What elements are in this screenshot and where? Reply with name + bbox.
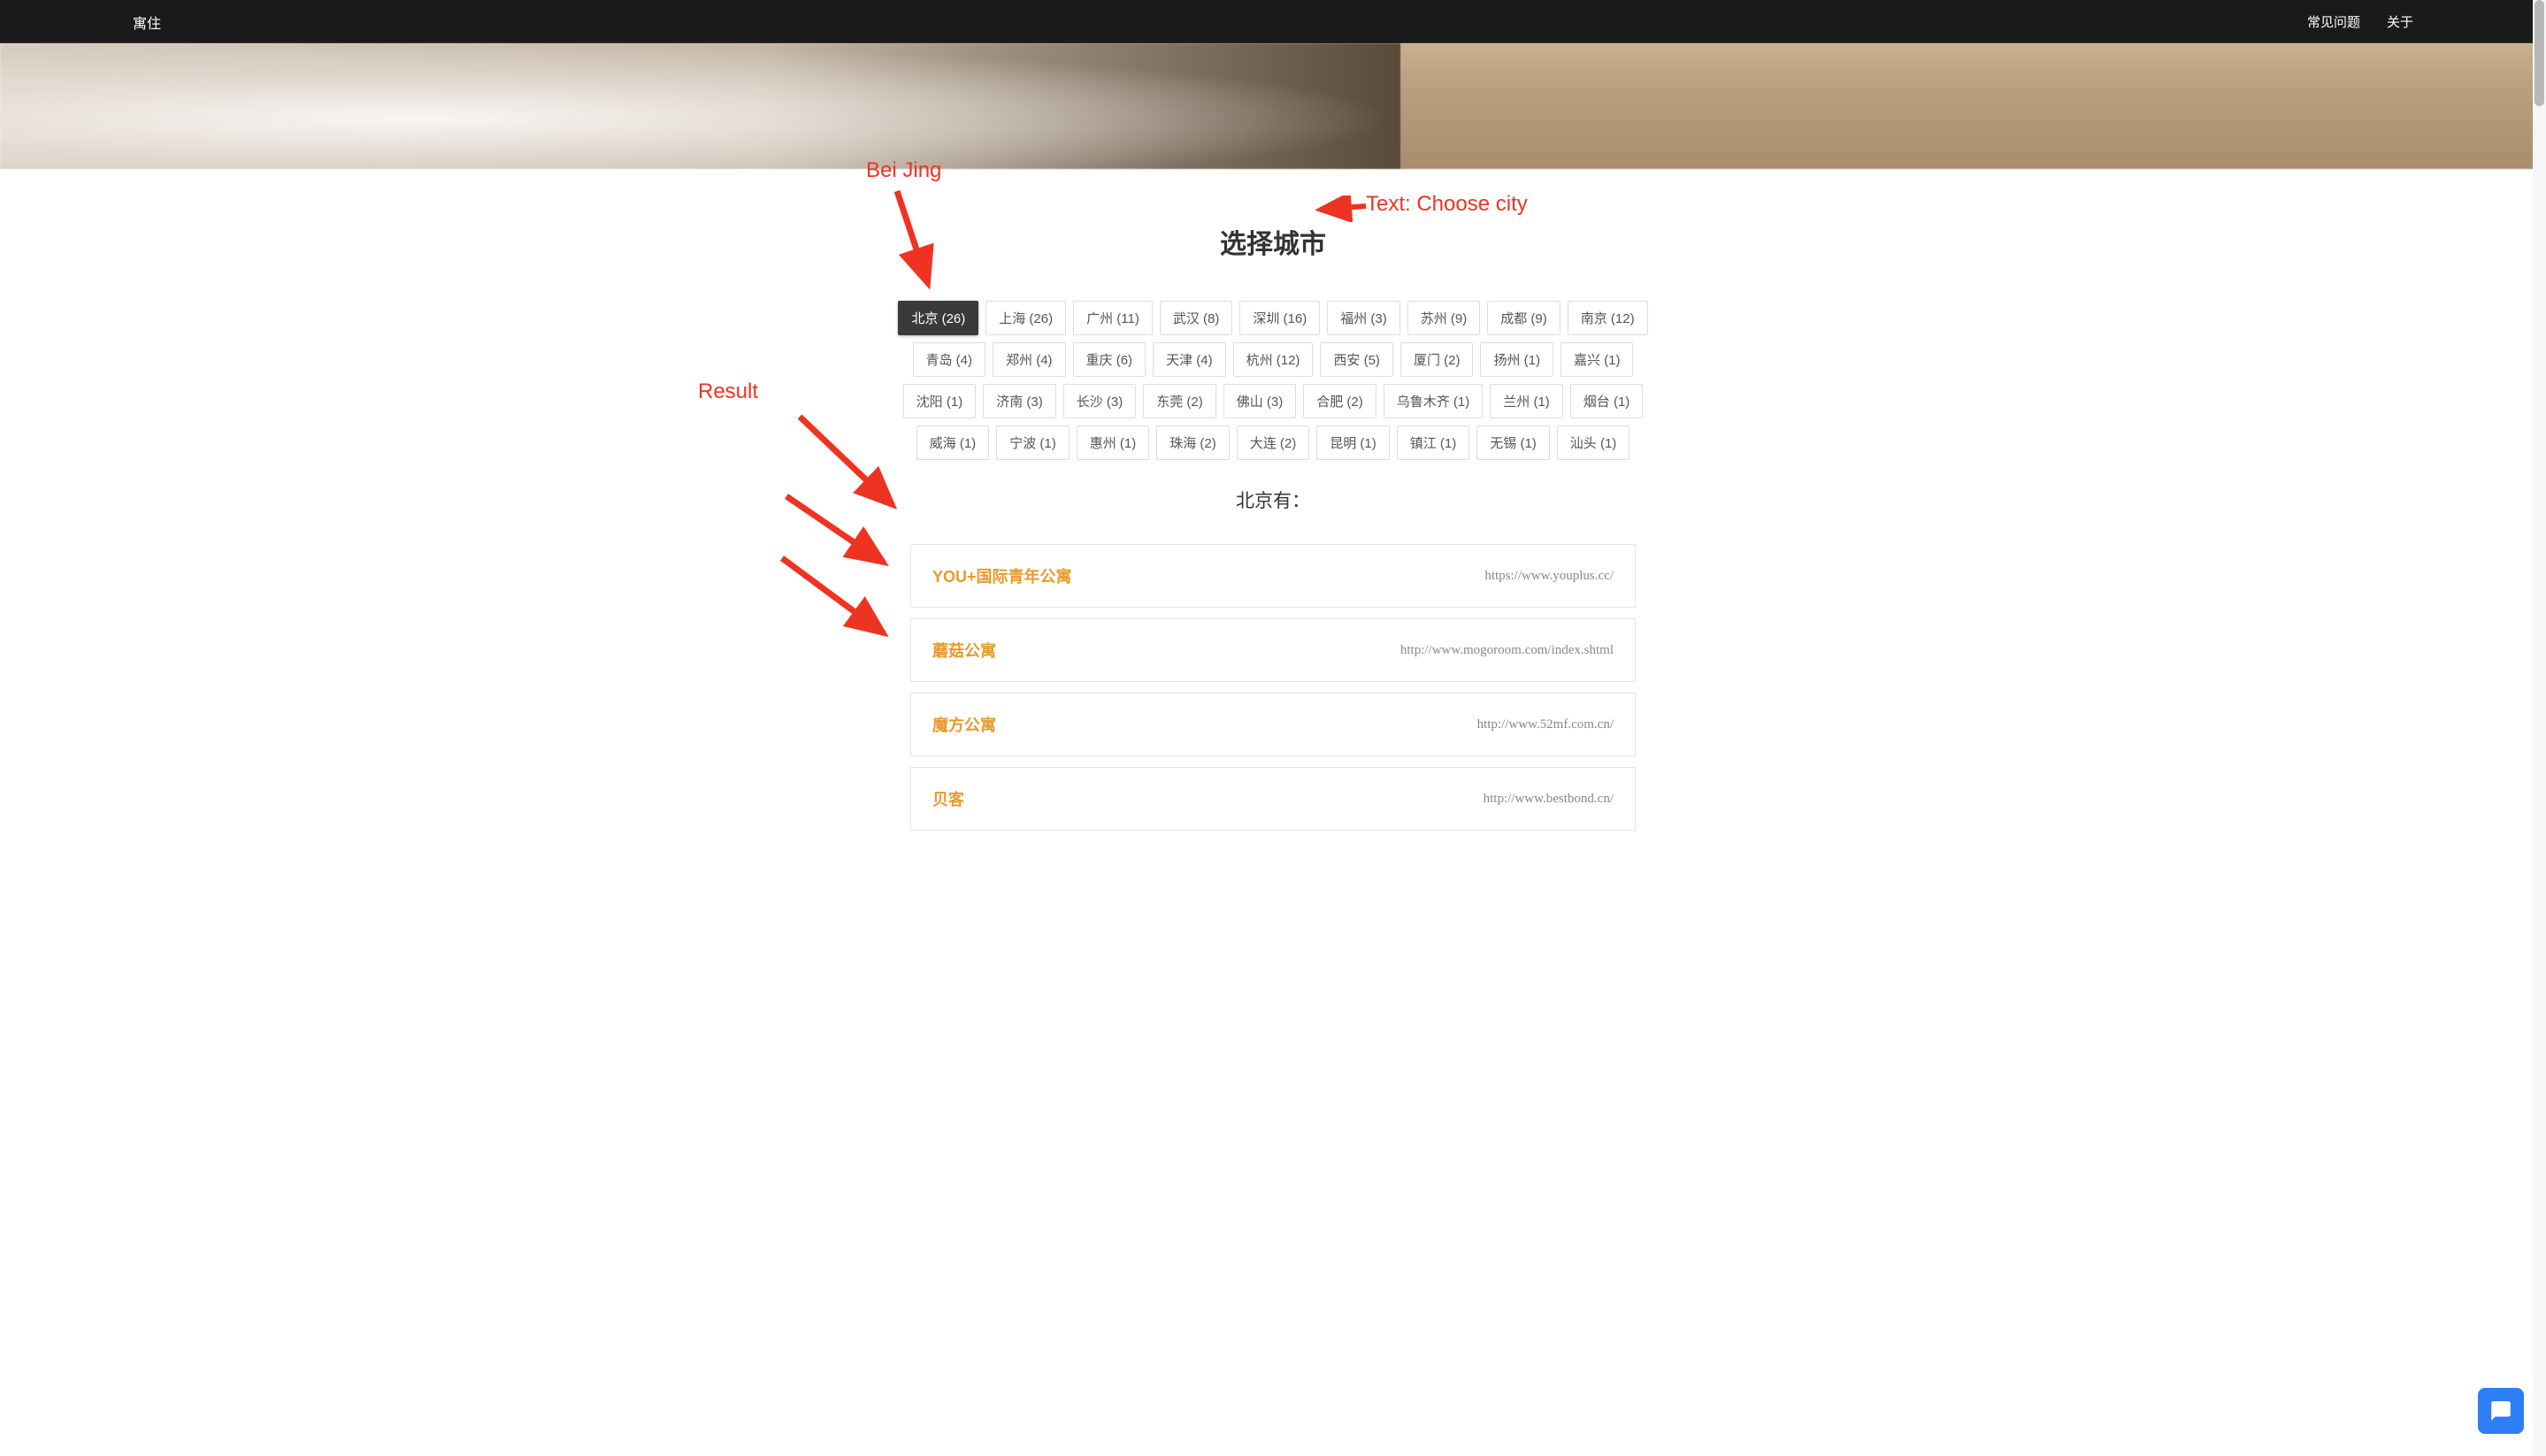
result-name: YOU+国际青年公寓 [932,564,1072,587]
chat-icon [2489,1399,2512,1422]
city-button[interactable]: 厦门 (2) [1400,342,1474,377]
city-button[interactable]: 合肥 (2) [1303,384,1377,418]
nav-links: 常见问题 关于 [2307,12,2413,31]
city-button[interactable]: 深圳 (16) [1239,301,1320,335]
city-button[interactable]: 汕头 (1) [1557,425,1630,460]
results-list: YOU+国际青年公寓 https://www.youplus.cc/蘑菇公寓 htt… [875,544,1671,831]
city-button[interactable]: 嘉兴 (1) [1561,342,1634,377]
annotation-choose-city: Text: Choose city [1366,192,1528,217]
city-button[interactable]: 东莞 (2) [1143,384,1216,418]
city-button[interactable]: 长沙 (3) [1063,384,1137,418]
nav-faq[interactable]: 常见问题 [2307,12,2360,31]
result-name: 魔方公寓 [932,713,996,736]
city-button[interactable]: 武汉 (8) [1160,301,1233,335]
brand-logo[interactable]: 寓住 [133,11,161,33]
city-button[interactable]: 威海 (1) [916,425,990,460]
city-button[interactable]: 成都 (9) [1487,301,1561,335]
city-button[interactable]: 南京 (12) [1568,301,1648,335]
city-button[interactable]: 烟台 (1) [1570,384,1644,418]
result-url: https://www.youplus.cc/ [1484,569,1614,584]
section-title-choose-city: 选择城市 [875,222,1671,261]
result-card[interactable]: 贝客 http://www.bestbond.cn/ [910,767,1636,831]
result-url: http://www.bestbond.cn/ [1484,792,1614,807]
city-button[interactable]: 苏州 (9) [1407,301,1481,335]
scrollbar[interactable] [2533,0,2546,1456]
city-button[interactable]: 乌鲁木齐 (1) [1384,384,1484,418]
city-button[interactable]: 扬州 (1) [1480,342,1553,377]
city-button[interactable]: 杭州 (12) [1233,342,1314,377]
city-button[interactable]: 惠州 (1) [1077,425,1150,460]
city-button[interactable]: 珠海 (2) [1156,425,1230,460]
city-button[interactable]: 济南 (3) [983,384,1056,418]
result-card[interactable]: 魔方公寓 http://www.52mf.com.cn/ [910,693,1636,756]
city-button[interactable]: 西安 (5) [1320,342,1393,377]
chat-widget-button[interactable] [2478,1388,2524,1434]
city-button[interactable]: 北京 (26) [898,301,978,335]
city-button[interactable]: 佛山 (3) [1223,384,1297,418]
city-button[interactable]: 镇江 (1) [1397,425,1470,460]
city-grid: 北京 (26)上海 (26)广州 (11)武汉 (8)深圳 (16)福州 (3)… [875,301,1671,460]
nav-about[interactable]: 关于 [2387,12,2413,31]
result-name: 蘑菇公寓 [932,639,996,662]
hero-image [0,43,2546,169]
city-button[interactable]: 郑州 (4) [993,342,1066,377]
main-content: Bei Jing Text: Choose city Result 选择城市 北… [875,169,1671,866]
city-button[interactable]: 广州 (11) [1073,301,1153,335]
result-card[interactable]: YOU+国际青年公寓 https://www.youplus.cc/ [910,544,1636,608]
result-url: http://www.52mf.com.cn/ [1477,717,1614,732]
city-button[interactable]: 大连 (2) [1237,425,1310,460]
annotation-arrow-choose-city [1313,195,1375,222]
top-header: 寓住 常见问题 关于 [0,0,2546,43]
city-button[interactable]: 福州 (3) [1327,301,1400,335]
city-button[interactable]: 无锡 (1) [1476,425,1550,460]
city-button[interactable]: 兰州 (1) [1490,384,1563,418]
city-button[interactable]: 上海 (26) [985,301,1066,335]
result-url: http://www.mogoroom.com/index.shtml [1400,643,1614,658]
city-button[interactable]: 昆明 (1) [1316,425,1390,460]
result-name: 贝客 [932,787,964,810]
city-button[interactable]: 天津 (4) [1153,342,1226,377]
scrollbar-thumb[interactable] [2534,0,2544,106]
city-button[interactable]: 青岛 (4) [913,342,986,377]
result-card[interactable]: 蘑菇公寓 http://www.mogoroom.com/index.shtml [910,618,1636,682]
selected-city-label: 北京有： [875,487,1671,513]
city-button[interactable]: 沈阳 (1) [903,384,977,418]
city-button[interactable]: 重庆 (6) [1073,342,1146,377]
city-button[interactable]: 宁波 (1) [996,425,1070,460]
annotation-result: Result [698,379,758,404]
